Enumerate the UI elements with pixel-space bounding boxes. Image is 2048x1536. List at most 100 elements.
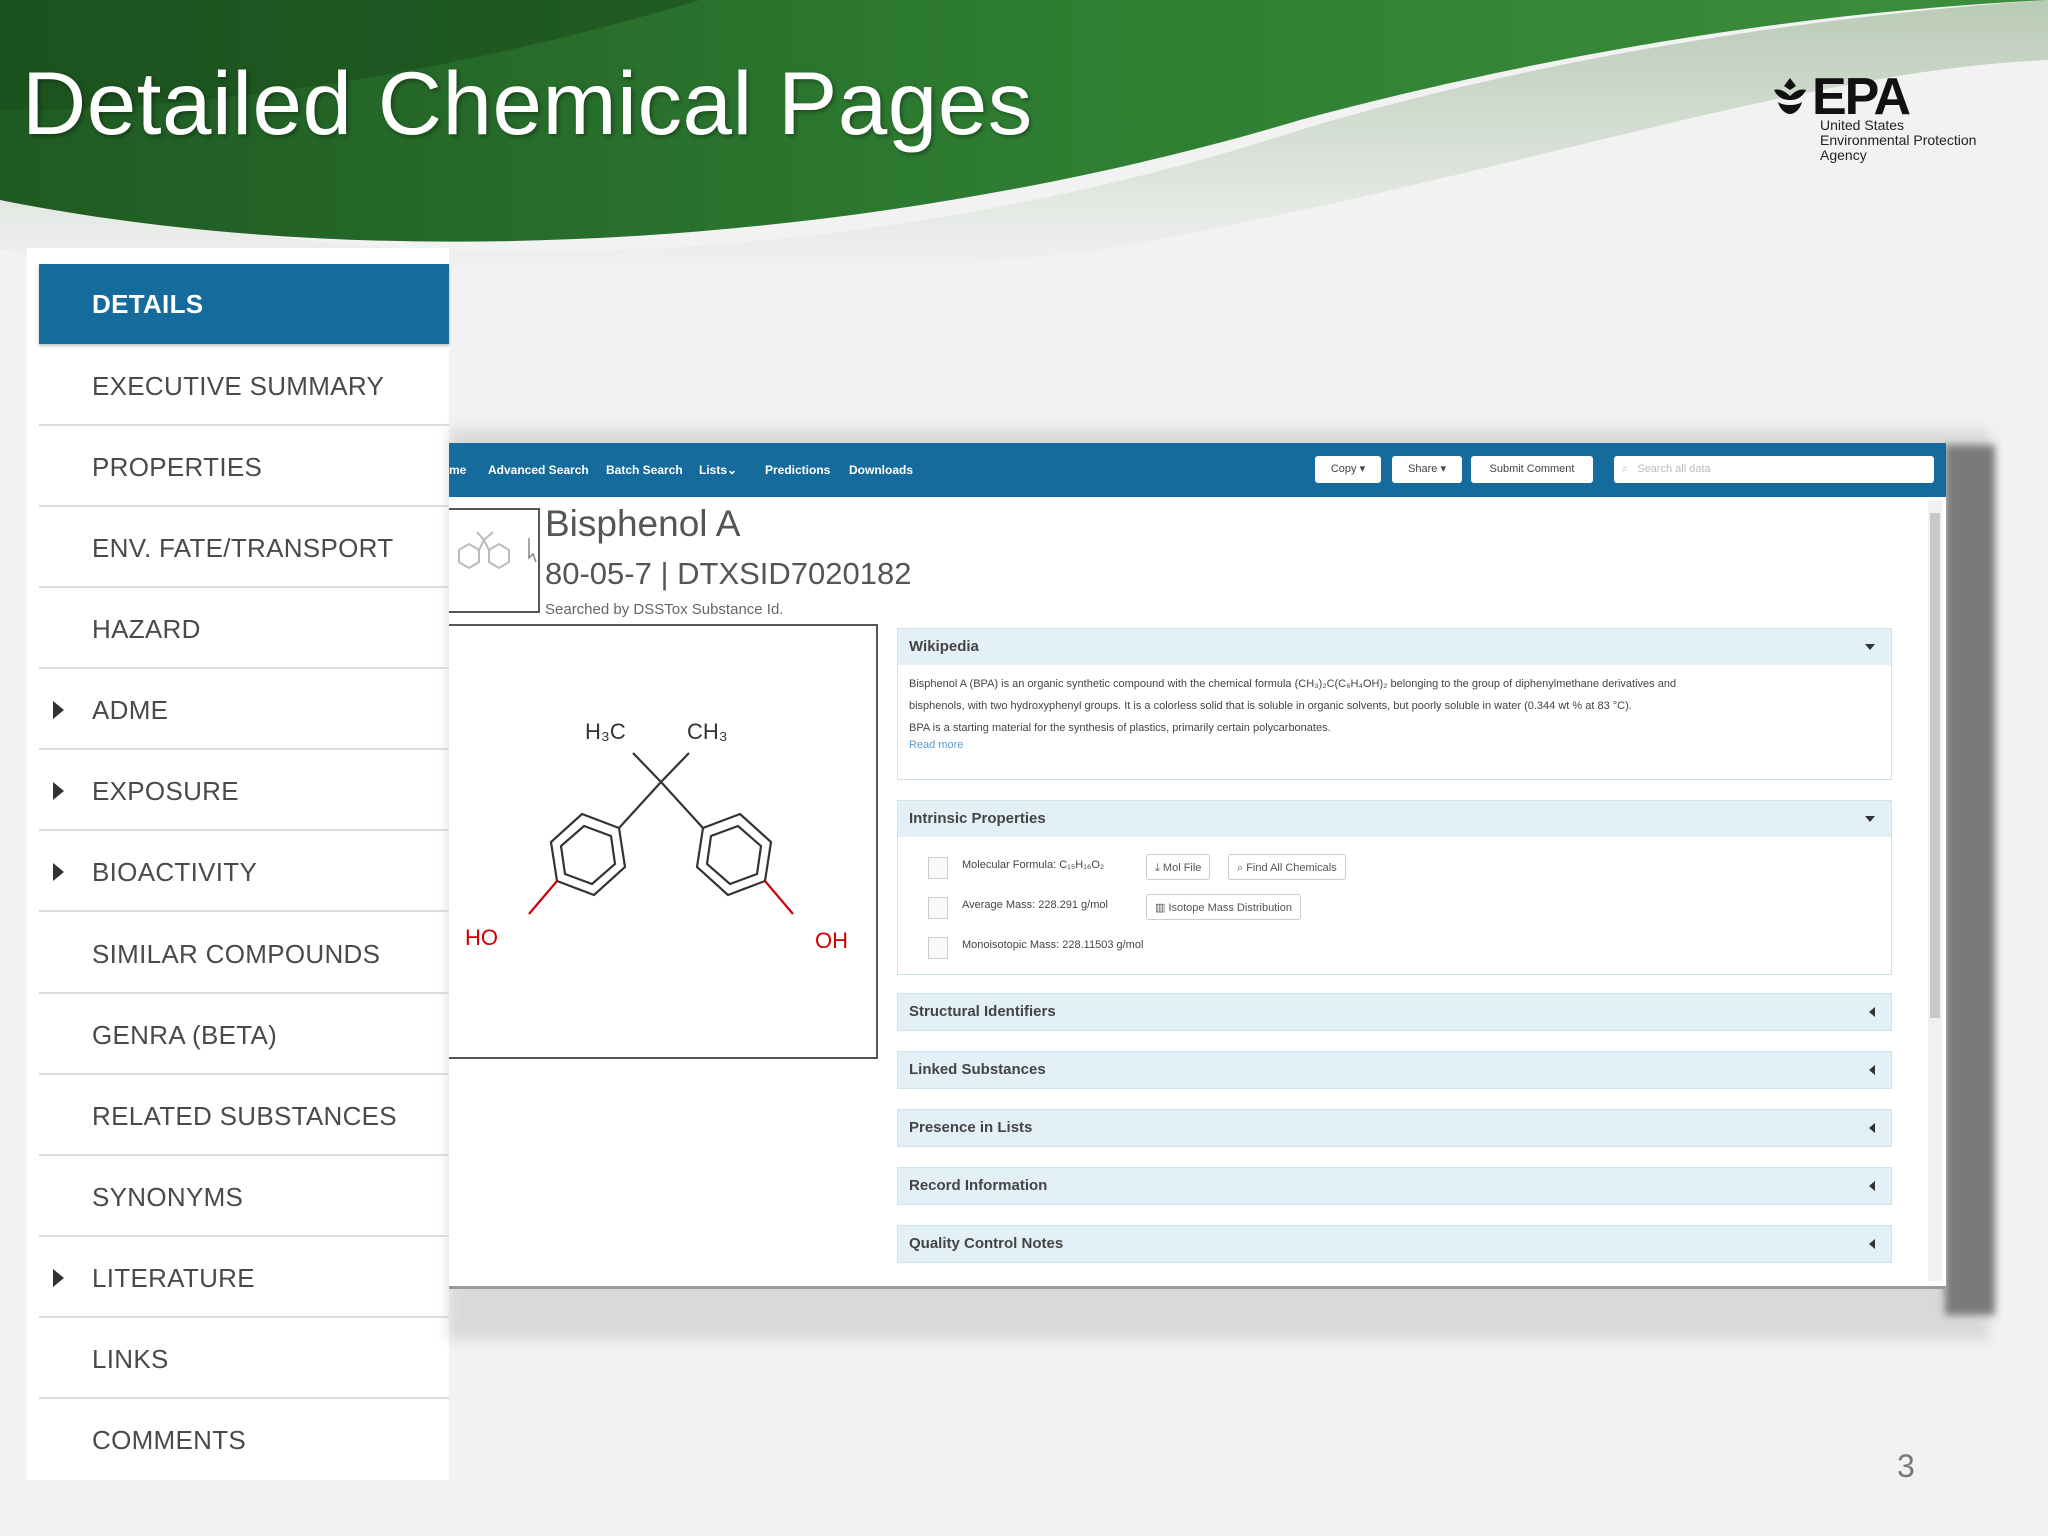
sidebar-item-similar-compounds[interactable]: SIMILAR COMPOUNDS	[39, 914, 449, 994]
molecular-formula: Molecular Formula: C₁₅H₁₆O₂	[962, 859, 1105, 871]
structure-thumbnail[interactable]	[449, 508, 540, 613]
sidebar-item-details[interactable]: DETAILS	[39, 264, 449, 344]
copy-icon[interactable]	[928, 897, 948, 919]
sidebar-item-executive-summary[interactable]: EXECUTIVE SUMMARY	[39, 346, 449, 426]
linked-substances-panel[interactable]: Linked Substances	[897, 1051, 1892, 1089]
nav-downloads-link[interactable]: Downloads	[849, 443, 913, 497]
page-number: 3	[1897, 1448, 1915, 1484]
bisphenol-a-structure: H₃C CH₃ HO OH	[465, 719, 848, 953]
epa-line-2: Environmental Protection	[1820, 132, 1977, 148]
sidebar-item-label: EXECUTIVE SUMMARY	[92, 371, 385, 401]
sidebar-item-label: HAZARD	[92, 614, 201, 644]
sidebar-item-bioactivity[interactable]: BIOACTIVITY	[39, 832, 449, 912]
sidebar-item-label: SYNONYMS	[92, 1182, 244, 1212]
methyl-label-right: CH₃	[687, 719, 728, 744]
sidebar-item-env-fate-transport[interactable]: ENV. FATE/TRANSPORT	[39, 508, 449, 588]
sidebar-item-label: GENRA (BETA)	[92, 1020, 278, 1050]
sidebar-item-label: ENV. FATE/TRANSPORT	[92, 533, 394, 563]
panel-title: Linked Substances	[909, 1061, 1046, 1078]
panel-title: Record Information	[909, 1177, 1048, 1194]
sidebar-item-genra[interactable]: GENRA (BETA)	[39, 995, 449, 1075]
search-icon: ⌕	[1622, 463, 1629, 475]
sidebar-item-exposure[interactable]: EXPOSURE	[39, 751, 449, 831]
slide-title: Detailed Chemical Pages	[22, 53, 1033, 153]
sidebar-item-label: EXPOSURE	[92, 776, 239, 806]
wiki-line-3: BPA is a starting material for the synth…	[909, 722, 1331, 734]
share-button[interactable]: Share ▾	[1392, 456, 1462, 483]
expand-caret-icon	[53, 782, 64, 800]
sidebar-item-literature[interactable]: LITERATURE	[39, 1238, 449, 1318]
sidebar-item-properties[interactable]: PROPERTIES	[39, 427, 449, 507]
scrollbar-thumb[interactable]	[1930, 513, 1940, 1018]
expand-icon	[1869, 1065, 1875, 1075]
nav-home-link[interactable]: me	[449, 443, 466, 497]
sidebar-item-links[interactable]: LINKS	[39, 1319, 449, 1399]
epa-line-1: United States	[1820, 117, 1905, 133]
collapse-icon	[1865, 816, 1875, 822]
sidebar-item-label: LITERATURE	[92, 1263, 255, 1293]
panel-title: Wikipedia	[909, 638, 979, 655]
sidebar-item-comments[interactable]: COMMENTS	[39, 1400, 449, 1480]
methyl-label-left: H₃C	[585, 719, 626, 744]
average-mass: Average Mass: 228.291 g/mol	[962, 899, 1108, 911]
panel-title: Quality Control Notes	[909, 1235, 1064, 1252]
record-information-panel[interactable]: Record Information	[897, 1167, 1892, 1205]
nav-predictions-link[interactable]: Predictions	[765, 443, 830, 497]
sidebar-item-label: COMMENTS	[92, 1425, 247, 1455]
epa-subtitle: United States Environmental Protection A…	[1820, 118, 1976, 163]
expand-caret-icon	[53, 1269, 64, 1287]
wiki-line-1: Bisphenol A (BPA) is an organic syntheti…	[909, 678, 1677, 690]
structure-diagram: H₃C CH₃ HO OH	[449, 624, 878, 1059]
epa-wordmark: EPA	[1812, 68, 1911, 126]
wikipedia-panel: Wikipedia Bisphenol A (BPA) is an organi…	[897, 628, 1892, 780]
epa-flower-icon	[1774, 78, 1806, 114]
copy-icon[interactable]	[928, 857, 948, 879]
sidebar-item-label: SIMILAR COMPOUNDS	[92, 939, 381, 969]
sidebar-item-synonyms[interactable]: SYNONYMS	[39, 1157, 449, 1237]
wiki-line-2: bisphenols, with two hydroxyphenyl group…	[909, 700, 1632, 712]
molecular-formula-row: Molecular Formula: C₁₅H₁₆O₂ ⤓ Mol File ⌕…	[898, 847, 1891, 887]
nav-advanced-search-link[interactable]: Advanced Search	[488, 443, 589, 497]
read-more-link[interactable]: Read more	[898, 739, 1891, 751]
expand-icon	[1869, 1181, 1875, 1191]
search-input[interactable]: ⌕ Search all data	[1614, 456, 1934, 483]
expand-caret-icon	[53, 701, 64, 719]
mol-file-button[interactable]: ⤓ Mol File	[1146, 854, 1211, 880]
sidebar-item-adme[interactable]: ADME	[39, 670, 449, 750]
chevron-down-icon: ⌄	[727, 463, 738, 477]
structural-identifiers-panel[interactable]: Structural Identifiers	[897, 993, 1892, 1031]
isotope-distribution-button[interactable]: ▥ Isotope Mass Distribution	[1146, 894, 1301, 920]
panel-title: Intrinsic Properties	[909, 810, 1046, 827]
quality-control-notes-panel[interactable]: Quality Control Notes	[897, 1225, 1892, 1263]
search-placeholder: Search all data	[1637, 463, 1711, 475]
wikipedia-text: Bisphenol A (BPA) is an organic syntheti…	[898, 665, 1891, 739]
monoisotopic-mass-row: Monoisotopic Mass: 228.11503 g/mol	[898, 927, 1891, 967]
intrinsic-properties-panel: Intrinsic Properties Molecular Formula: …	[897, 800, 1892, 975]
submit-comment-button[interactable]: Submit Comment	[1471, 456, 1593, 483]
panel-title: Presence in Lists	[909, 1119, 1033, 1136]
find-all-chemicals-button[interactable]: ⌕ Find All Chemicals	[1228, 854, 1346, 880]
sidebar-item-related-substances[interactable]: RELATED SUBSTANCES	[39, 1076, 449, 1156]
sidebar-item-label: ADME	[92, 695, 169, 725]
intrinsic-properties-header[interactable]: Intrinsic Properties	[898, 801, 1891, 837]
presence-in-lists-panel[interactable]: Presence in Lists	[897, 1109, 1892, 1147]
copy-button[interactable]: Copy ▾	[1315, 456, 1381, 483]
nav-lists-link[interactable]: Lists	[699, 443, 727, 497]
dashboard-navbar: me Advanced Search Batch Search Lists ⌄ …	[449, 443, 1946, 497]
copy-icon[interactable]	[928, 937, 948, 959]
sidebar-item-hazard[interactable]: HAZARD	[39, 589, 449, 669]
molecule-thumbnail-icon	[458, 531, 537, 570]
hydroxyl-label-left: HO	[465, 925, 498, 950]
expand-icon	[1869, 1239, 1875, 1249]
chemical-name: Bisphenol A	[545, 503, 741, 544]
epa-logo: EPA United States Environmental Protecti…	[1770, 70, 2010, 170]
sidebar-item-label: BIOACTIVITY	[92, 857, 258, 887]
hydroxyl-label-right: OH	[815, 928, 848, 953]
sidebar-item-label: PROPERTIES	[92, 452, 263, 482]
nav-batch-search-link[interactable]: Batch Search	[606, 443, 683, 497]
screenshot-shadow-edge	[1945, 445, 1995, 1315]
sidebar-item-label: RELATED SUBSTANCES	[92, 1101, 397, 1131]
panel-title: Structural Identifiers	[909, 1003, 1056, 1020]
wikipedia-panel-header[interactable]: Wikipedia	[898, 629, 1891, 665]
sidebar-item-label: DETAILS	[92, 289, 204, 319]
